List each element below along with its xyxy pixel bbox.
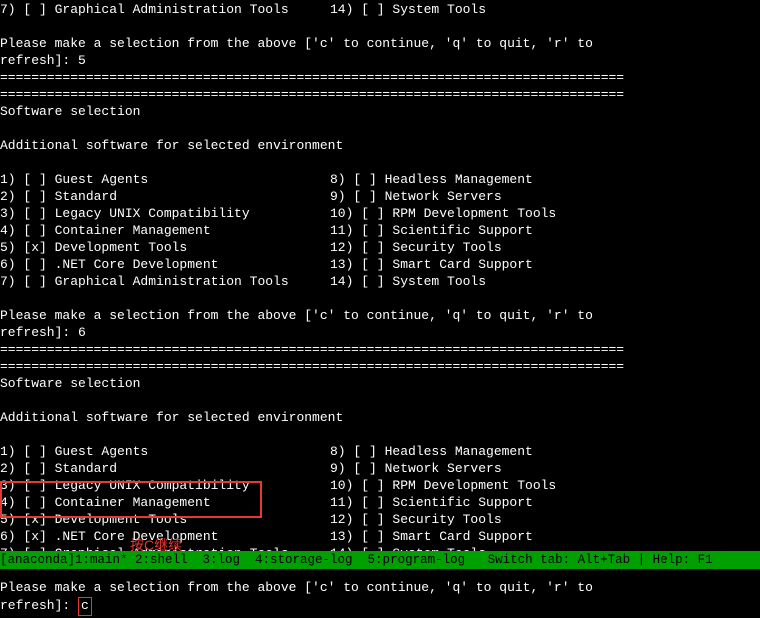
blank-line <box>0 121 760 138</box>
blank-line <box>0 19 760 36</box>
blank-line <box>0 155 760 172</box>
typed-char: c <box>78 597 92 616</box>
divider: ========================================… <box>0 70 760 87</box>
list-row: 5) [x] Development Tools12) [ ] Security… <box>0 240 760 257</box>
list-item: 12) [ ] Security Tools <box>330 240 502 257</box>
prompt-text: Please make a selection from the above [… <box>0 308 760 325</box>
list-item: 2) [ ] Standard <box>0 189 330 206</box>
list-item: 10) [ ] RPM Development Tools <box>330 478 556 495</box>
list-item: 5) [x] Development Tools <box>0 512 330 529</box>
list-item: 2) [ ] Standard <box>0 461 330 478</box>
list-item: 6) [ ] .NET Core Development <box>0 257 330 274</box>
prompt-prefix: refresh]: <box>0 598 78 613</box>
list-item: 11) [ ] Scientific Support <box>330 223 533 240</box>
list-item: 7) [ ] Graphical Administration Tools <box>0 274 330 291</box>
list-row: 4) [ ] Container Management11) [ ] Scien… <box>0 223 760 240</box>
partial-list-row: 7) [ ] Graphical Administration Tools 14… <box>0 2 760 19</box>
list-item: 14) [ ] System Tools <box>330 2 486 19</box>
list-row: 4) [ ] Container Management11) [ ] Scien… <box>0 495 760 512</box>
prompt-input-5[interactable]: refresh]: 5 <box>0 53 760 70</box>
blank-line <box>0 427 760 444</box>
list-row: 7) [ ] Graphical Administration Tools14)… <box>0 274 760 291</box>
section-title: Software selection <box>0 376 760 393</box>
prompt-input-6[interactable]: refresh]: 6 <box>0 325 760 342</box>
list-item: 8) [ ] Headless Management <box>330 444 533 461</box>
prompt-input-c[interactable]: refresh]: c <box>0 597 760 616</box>
section-subtitle: Additional software for selected environ… <box>0 138 760 155</box>
list-item: 8) [ ] Headless Management <box>330 172 533 189</box>
list-row: 1) [ ] Guest Agents8) [ ] Headless Manag… <box>0 444 760 461</box>
status-bar: [anaconda]1:main* 2:shell 3:log 4:storag… <box>0 551 760 569</box>
section-title: Software selection <box>0 104 760 121</box>
list-item: 14) [ ] System Tools <box>330 274 486 291</box>
list-row: 3) [ ] Legacy UNIX Compatibility10) [ ] … <box>0 206 760 223</box>
list-item: 11) [ ] Scientific Support <box>330 495 533 512</box>
list-item: 13) [ ] Smart Card Support <box>330 529 533 546</box>
divider: ========================================… <box>0 87 760 104</box>
list-row: 1) [ ] Guest Agents8) [ ] Headless Manag… <box>0 172 760 189</box>
list-item: 4) [ ] Container Management <box>0 223 330 240</box>
prompt-text: Please make a selection from the above [… <box>0 36 760 53</box>
list-item: 13) [ ] Smart Card Support <box>330 257 533 274</box>
list-item: 9) [ ] Network Servers <box>330 189 502 206</box>
divider: ========================================… <box>0 342 760 359</box>
list-row: 2) [ ] Standard9) [ ] Network Servers <box>0 461 760 478</box>
blank-line <box>0 291 760 308</box>
list-row: 6) [x] .NET Core Development13) [ ] Smar… <box>0 529 760 546</box>
list-item: 12) [ ] Security Tools <box>330 512 502 529</box>
list-item: 7) [ ] Graphical Administration Tools <box>0 2 330 19</box>
list-item: 1) [ ] Guest Agents <box>0 172 330 189</box>
section-subtitle: Additional software for selected environ… <box>0 410 760 427</box>
list-row: 3) [ ] Legacy UNIX Compatibility10) [ ] … <box>0 478 760 495</box>
blank-line <box>0 393 760 410</box>
list-item: 9) [ ] Network Servers <box>330 461 502 478</box>
list-row: 2) [ ] Standard9) [ ] Network Servers <box>0 189 760 206</box>
list-item: 3) [ ] Legacy UNIX Compatibility <box>0 206 330 223</box>
list-row: 6) [ ] .NET Core Development13) [ ] Smar… <box>0 257 760 274</box>
list-row: 5) [x] Development Tools12) [ ] Security… <box>0 512 760 529</box>
list-item: 5) [x] Development Tools <box>0 240 330 257</box>
list-item: 4) [ ] Container Management <box>0 495 330 512</box>
terminal-output: 7) [ ] Graphical Administration Tools 14… <box>0 0 760 618</box>
prompt-text: Please make a selection from the above [… <box>0 580 760 597</box>
list-item: 10) [ ] RPM Development Tools <box>330 206 556 223</box>
divider: ========================================… <box>0 359 760 376</box>
list-item: 1) [ ] Guest Agents <box>0 444 330 461</box>
list-item: 3) [ ] Legacy UNIX Compatibility <box>0 478 330 495</box>
